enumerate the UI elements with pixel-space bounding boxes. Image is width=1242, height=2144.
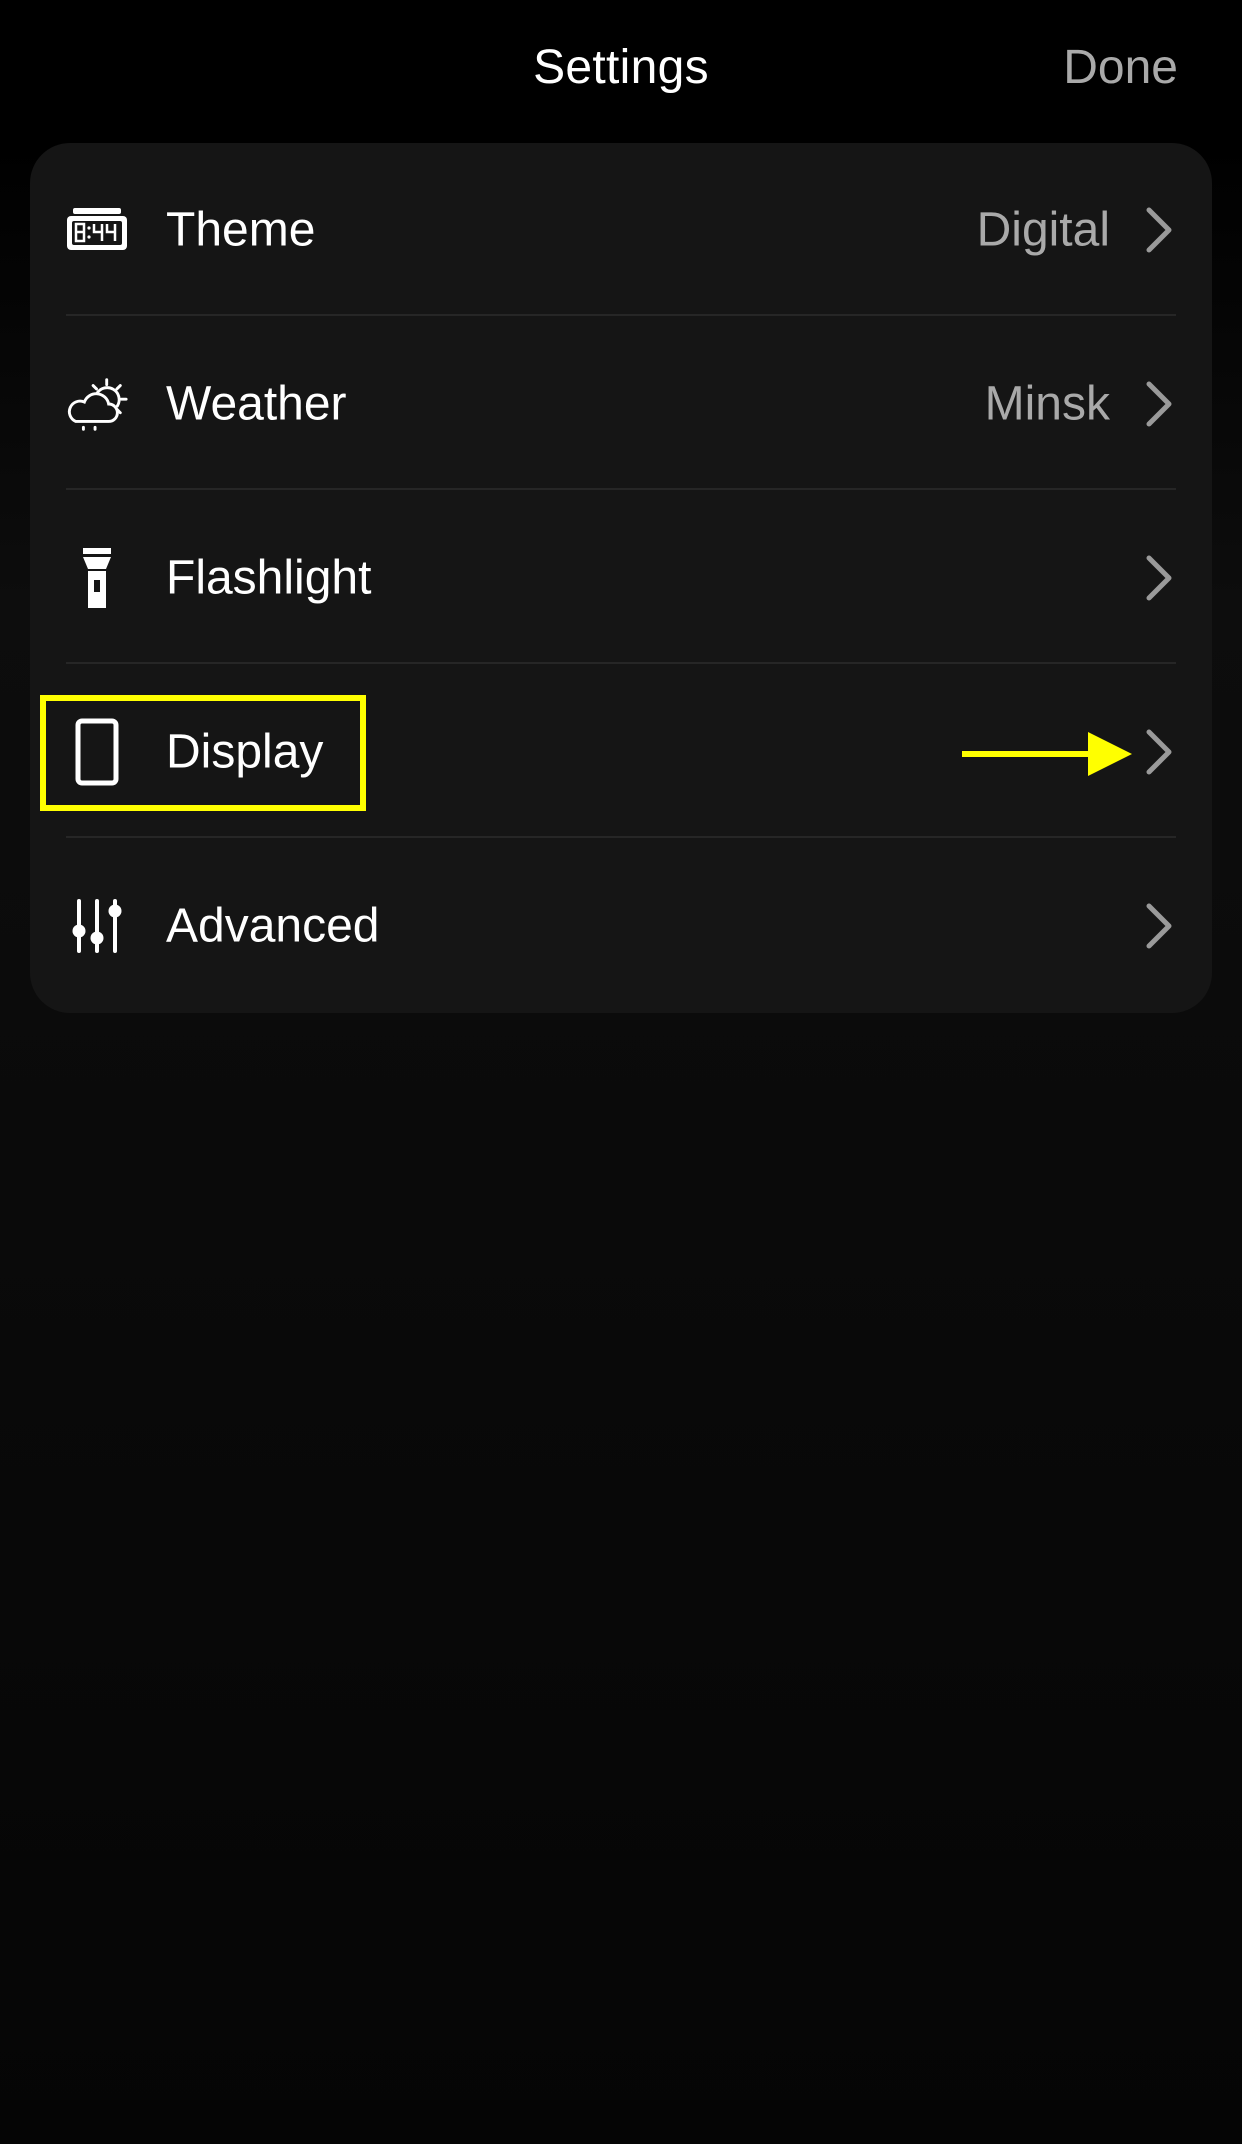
settings-item-label: Advanced — [166, 899, 380, 953]
settings-item-label: Theme — [166, 203, 316, 257]
chevron-right-icon — [1146, 903, 1172, 949]
separator — [66, 662, 1176, 664]
page-title: Settings — [533, 41, 709, 94]
separator — [66, 836, 1176, 838]
phone-display-icon — [64, 712, 130, 792]
chevron-right-icon — [1146, 555, 1172, 601]
chevron-right-icon — [1146, 381, 1172, 427]
settings-item-flashlight[interactable]: Flashlight — [30, 491, 1212, 665]
done-button[interactable]: Done — [1063, 40, 1178, 95]
settings-list: Theme Digital Weather Minsk Flashlight D… — [30, 143, 1212, 1013]
flashlight-icon — [64, 538, 130, 618]
cloud-sun-icon — [64, 364, 130, 444]
digital-clock-icon — [64, 190, 130, 270]
settings-item-label: Flashlight — [166, 551, 372, 605]
settings-item-weather[interactable]: Weather Minsk — [30, 317, 1212, 491]
settings-item-label: Display — [166, 725, 324, 779]
separator — [66, 314, 1176, 316]
sliders-icon — [64, 886, 130, 966]
settings-item-display[interactable]: Display — [30, 665, 1212, 839]
chevron-right-icon — [1146, 207, 1172, 253]
settings-item-label: Weather — [166, 377, 347, 431]
settings-item-theme[interactable]: Theme Digital — [30, 143, 1212, 317]
settings-item-value: Minsk — [984, 377, 1110, 431]
settings-item-value: Digital — [976, 203, 1110, 257]
navigation-bar: Settings Done — [0, 0, 1242, 140]
separator — [66, 488, 1176, 490]
chevron-right-icon — [1146, 729, 1172, 775]
settings-item-advanced[interactable]: Advanced — [30, 839, 1212, 1013]
